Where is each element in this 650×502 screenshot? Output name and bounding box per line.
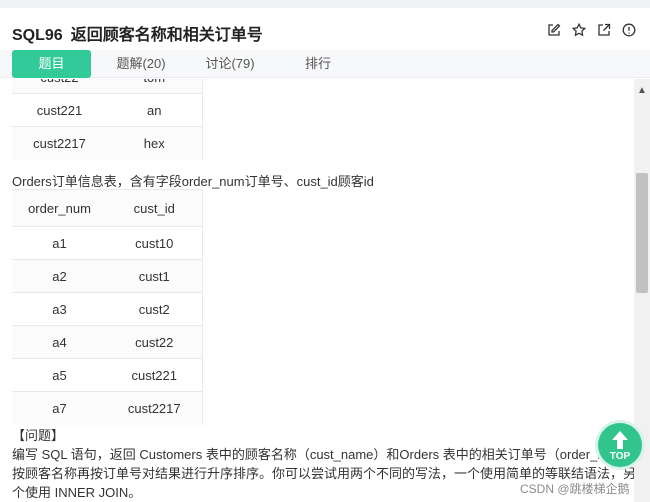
header-actions xyxy=(547,23,636,37)
problem-line: 编写 SQL 语句，返回 Customers 表中的顾客名称（cust_name… xyxy=(12,447,634,462)
table-cell: a4 xyxy=(12,325,107,359)
table-cell: cust1 xyxy=(107,259,202,293)
tab-ranking[interactable]: 排行 xyxy=(280,50,356,78)
table-row: a7 cust2217 xyxy=(12,391,202,425)
table-cell: a2 xyxy=(12,259,107,293)
table-header-row: order_num cust_id xyxy=(12,189,202,227)
question-id: SQL96 xyxy=(12,27,63,44)
table-cell: a3 xyxy=(12,292,107,326)
tab-solutions[interactable]: 题解(20) xyxy=(103,50,179,78)
back-to-top-label: TOP xyxy=(609,451,631,462)
problem-line: 按顾客名称再按订单号对结果进行升序排序。你可以尝试用两个不同的写法，一个使用简单… xyxy=(12,466,634,481)
table-cell: cust22 xyxy=(107,325,202,359)
column-header: order_num xyxy=(12,189,107,227)
problem-heading: 【问题】 xyxy=(12,428,65,443)
scroll-up-arrow-icon[interactable]: ▲ xyxy=(634,85,650,97)
table-row: a5 cust221 xyxy=(12,358,202,392)
tab-problem[interactable]: 题目 xyxy=(12,50,91,78)
table-row: cust22 tom xyxy=(12,79,202,94)
scrollbar-thumb[interactable] xyxy=(636,173,648,293)
top-strip xyxy=(0,0,650,8)
table-cell: cust221 xyxy=(12,93,107,127)
table-cell: tom xyxy=(107,79,202,94)
alert-icon[interactable] xyxy=(622,23,636,37)
arrow-up-icon xyxy=(612,431,628,449)
problem-header: SQL96 返回顾客名称和相关订单号 xyxy=(0,8,650,50)
table-cell: a1 xyxy=(12,226,107,260)
table-cell: an xyxy=(107,93,202,127)
table-cell: cust2217 xyxy=(107,391,202,425)
external-link-icon[interactable] xyxy=(597,23,611,37)
back-to-top-button[interactable]: TOP xyxy=(598,423,642,467)
problem-content: cust22 tom cust221 an cust2217 hex Order… xyxy=(0,79,634,502)
table-row: cust2217 hex xyxy=(12,126,202,160)
table-cell: cust22 xyxy=(12,79,107,94)
table-cell: cust10 xyxy=(107,226,202,260)
table-row: a4 cust22 xyxy=(12,325,202,359)
tab-discussion[interactable]: 讨论(79) xyxy=(192,50,268,78)
table-cell: a7 xyxy=(12,391,107,425)
customers-table: cust22 tom cust221 an cust2217 hex xyxy=(12,79,203,160)
tab-bar: 题目 题解(20) 讨论(79) 排行 xyxy=(0,50,650,78)
table-row: a1 cust10 xyxy=(12,226,202,260)
column-header: cust_id xyxy=(107,189,202,227)
problem-statement: 【问题】 编写 SQL 语句，返回 Customers 表中的顾客名称（cust… xyxy=(12,426,634,502)
table-row: a2 cust1 xyxy=(12,259,202,293)
table-cell: hex xyxy=(107,126,202,160)
orders-description: Orders订单信息表，含有字段order_num订单号、cust_id顾客id xyxy=(12,174,374,189)
orders-table: order_num cust_id a1 cust10 a2 cust1 a3 … xyxy=(12,189,203,425)
page: SQL96 返回顾客名称和相关订单号 题目 题解(20) 讨论(79) 排行 cu… xyxy=(0,0,650,502)
star-icon[interactable] xyxy=(572,23,586,37)
table-cell: cust2 xyxy=(107,292,202,326)
table-cell: cust221 xyxy=(107,358,202,392)
table-row: cust221 an xyxy=(12,93,202,127)
problem-line: 个使用 INNER JOIN。 xyxy=(12,485,142,500)
watermark: CSDN @跳楼梯企鹅 xyxy=(520,482,630,496)
question-title: 返回顾客名称和相关订单号 xyxy=(70,27,263,44)
table-cell: a5 xyxy=(12,358,107,392)
table-cell: cust2217 xyxy=(12,126,107,160)
table-row: a3 cust2 xyxy=(12,292,202,326)
page-title: SQL96 返回顾客名称和相关订单号 xyxy=(12,21,263,45)
edit-icon[interactable] xyxy=(547,23,561,37)
